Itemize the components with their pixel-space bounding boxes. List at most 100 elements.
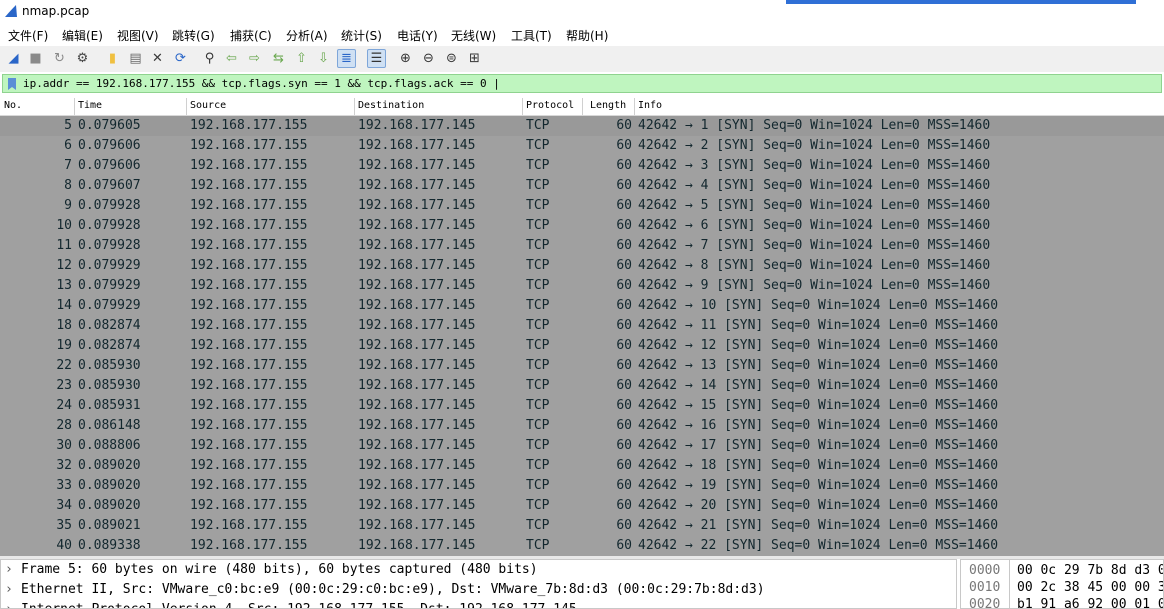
- find-packet-icon[interactable]: ⚲: [200, 49, 219, 68]
- column-header-destination[interactable]: Destination: [354, 100, 424, 114]
- packet-row[interactable]: 35 0.089021 192.168.177.155 192.168.177.145…: [0, 516, 1164, 536]
- packet-destination: 192.168.177.145: [358, 338, 476, 353]
- bytes-offset: 0000: [969, 563, 1001, 578]
- packet-protocol: TCP: [526, 518, 550, 533]
- packet-time: 0.089020: [78, 458, 141, 473]
- packet-row[interactable]: 30 0.088806 192.168.177.155 192.168.177.145…: [0, 436, 1164, 456]
- packet-row[interactable]: 28 0.086148 192.168.177.155 192.168.177.145…: [0, 416, 1164, 436]
- packet-length: 60: [616, 258, 632, 273]
- menu-item[interactable]: 工具(T): [511, 27, 552, 44]
- packet-row[interactable]: 33 0.089020 192.168.177.155 192.168.177.145…: [0, 476, 1164, 496]
- packet-protocol: TCP: [526, 238, 550, 253]
- zoom-normal-icon[interactable]: ⊜: [442, 49, 461, 68]
- details-tree-item[interactable]: › Frame 5: 60 bytes on wire (480 bits), 6…: [5, 562, 538, 582]
- packet-row[interactable]: 19 0.082874 192.168.177.155 192.168.177.145…: [0, 336, 1164, 356]
- packet-length: 60: [616, 178, 632, 193]
- packet-row[interactable]: 22 0.085930 192.168.177.155 192.168.177.145…: [0, 356, 1164, 376]
- packet-row[interactable]: 32 0.089020 192.168.177.155 192.168.177.145…: [0, 456, 1164, 476]
- packet-row[interactable]: 24 0.085931 192.168.177.155 192.168.177.145…: [0, 396, 1164, 416]
- column-header-length[interactable]: Length: [586, 100, 626, 114]
- menu-item[interactable]: 电话(Y): [397, 27, 438, 44]
- reload-file-icon[interactable]: ⟳: [171, 49, 190, 68]
- packet-row[interactable]: 23 0.085930 192.168.177.155 192.168.177.145…: [0, 376, 1164, 396]
- column-separator[interactable]: [582, 98, 583, 115]
- packet-row[interactable]: 6 0.079606 192.168.177.155 192.168.177.145 T…: [0, 136, 1164, 156]
- capture-options-icon[interactable]: ⚙: [73, 49, 92, 68]
- packet-row[interactable]: 11 0.079928 192.168.177.155 192.168.177.145…: [0, 236, 1164, 256]
- packet-row[interactable]: 7 0.079606 192.168.177.155 192.168.177.145 T…: [0, 156, 1164, 176]
- menu-item[interactable]: 视图(V): [117, 27, 159, 44]
- go-back-icon[interactable]: ⇦: [222, 49, 241, 68]
- details-tree-item[interactable]: ›Internet Protocol Version 4, Src: 192.1…: [5, 602, 577, 608]
- open-file-icon[interactable]: ▮: [103, 49, 122, 68]
- column-header-time[interactable]: Time: [74, 100, 102, 114]
- packet-source: 192.168.177.155: [190, 278, 308, 293]
- autoscroll-icon[interactable]: ≣: [337, 49, 356, 68]
- packet-source: 192.168.177.155: [190, 398, 308, 413]
- column-header-source[interactable]: Source: [186, 100, 226, 114]
- go-forward-icon[interactable]: ⇨: [245, 49, 264, 68]
- menu-item[interactable]: 统计(S): [341, 27, 382, 44]
- packet-row[interactable]: 8 0.079607 192.168.177.155 192.168.177.145 T…: [0, 176, 1164, 196]
- expand-chevron-icon[interactable]: ›: [5, 602, 21, 608]
- details-tree-item[interactable]: › Ethernet II, Src: VMware_c0:bc:e9 (00:0…: [5, 582, 765, 602]
- packet-source: 192.168.177.155: [190, 338, 308, 353]
- packet-bytes-pane[interactable]: 0000 00 0c 29 7b 8d d3 00 0010 00 2c 38 45 …: [960, 559, 1164, 609]
- resize-columns-icon[interactable]: ⊞: [465, 49, 484, 68]
- packet-source: 192.168.177.155: [190, 178, 308, 193]
- wireshark-fin-icon: [5, 5, 17, 17]
- packet-row[interactable]: 34 0.089020 192.168.177.155 192.168.177.145…: [0, 496, 1164, 516]
- packet-time: 0.089021: [78, 518, 141, 533]
- menu-item[interactable]: 帮助(H): [566, 27, 608, 44]
- display-filter-bar[interactable]: ip.addr == 192.168.177.155 && tcp.flags.…: [2, 74, 1162, 93]
- stop-capture-icon[interactable]: ■: [26, 49, 45, 68]
- menu-item[interactable]: 编辑(E): [62, 27, 103, 44]
- go-to-packet-icon[interactable]: ⇆: [269, 49, 288, 68]
- start-capture-icon[interactable]: ◢: [4, 49, 23, 68]
- colorize-icon[interactable]: ☰: [367, 49, 386, 68]
- menu-item[interactable]: 无线(W): [451, 27, 496, 44]
- packet-time: 0.079928: [78, 198, 141, 213]
- menu-item[interactable]: 文件(F): [8, 27, 48, 44]
- zoom-out-icon[interactable]: ⊖: [419, 49, 438, 68]
- packet-time: 0.079929: [78, 278, 141, 293]
- packet-number: 13: [56, 278, 72, 293]
- packet-details-pane[interactable]: › Frame 5: 60 bytes on wire (480 bits), 6…: [0, 559, 957, 609]
- packet-number: 9: [64, 198, 72, 213]
- packet-info: 42642 → 17 [SYN] Seq=0 Win=1024 Len=0 MS…: [638, 438, 999, 453]
- packet-protocol: TCP: [526, 478, 550, 493]
- packet-row[interactable]: 14 0.079929 192.168.177.155 192.168.177.145…: [0, 296, 1164, 316]
- packet-source: 192.168.177.155: [190, 258, 308, 273]
- menu-item[interactable]: 跳转(G): [172, 27, 215, 44]
- column-header-info[interactable]: Info: [634, 100, 662, 114]
- packet-destination: 192.168.177.145: [358, 458, 476, 473]
- expand-chevron-icon[interactable]: ›: [5, 582, 21, 597]
- go-last-icon[interactable]: ⇩: [314, 49, 333, 68]
- packet-length: 60: [616, 458, 632, 473]
- packet-row[interactable]: 18 0.082874 192.168.177.155 192.168.177.145…: [0, 316, 1164, 336]
- display-filter-input[interactable]: ip.addr == 192.168.177.155 && tcp.flags.…: [23, 77, 500, 90]
- column-header-protocol[interactable]: Protocol: [522, 100, 574, 114]
- packet-row[interactable]: 13 0.079929 192.168.177.155 192.168.177.145…: [0, 276, 1164, 296]
- menu-item[interactable]: 分析(A): [286, 27, 328, 44]
- packet-row[interactable]: 40 0.089338 192.168.177.155 192.168.177.145…: [0, 536, 1164, 556]
- menu-item[interactable]: 捕获(C): [230, 27, 272, 44]
- column-header-no[interactable]: No.: [0, 100, 22, 114]
- close-file-icon[interactable]: ✕: [148, 49, 167, 68]
- packet-row[interactable]: 5 0.079605 192.168.177.155 192.168.177.145 T…: [0, 116, 1164, 136]
- packet-row[interactable]: 10 0.079928 192.168.177.155 192.168.177.145…: [0, 216, 1164, 236]
- save-file-icon[interactable]: ▤: [126, 49, 145, 68]
- restart-capture-icon[interactable]: ↻: [50, 49, 69, 68]
- filter-bookmark-icon[interactable]: [6, 77, 18, 91]
- go-first-icon[interactable]: ⇧: [292, 49, 311, 68]
- packet-time: 0.085930: [78, 378, 141, 393]
- packet-list[interactable]: 5 0.079605 192.168.177.155 192.168.177.145 T…: [0, 116, 1164, 556]
- packet-row[interactable]: 9 0.079928 192.168.177.155 192.168.177.145 T…: [0, 196, 1164, 216]
- zoom-in-icon[interactable]: ⊕: [396, 49, 415, 68]
- packet-info: 42642 → 7 [SYN] Seq=0 Win=1024 Len=0 MSS…: [638, 238, 991, 253]
- expand-chevron-icon[interactable]: ›: [5, 562, 21, 577]
- packet-time: 0.085931: [78, 398, 141, 413]
- packet-row[interactable]: 12 0.079929 192.168.177.155 192.168.177.145…: [0, 256, 1164, 276]
- packet-source: 192.168.177.155: [190, 298, 308, 313]
- packet-protocol: TCP: [526, 358, 550, 373]
